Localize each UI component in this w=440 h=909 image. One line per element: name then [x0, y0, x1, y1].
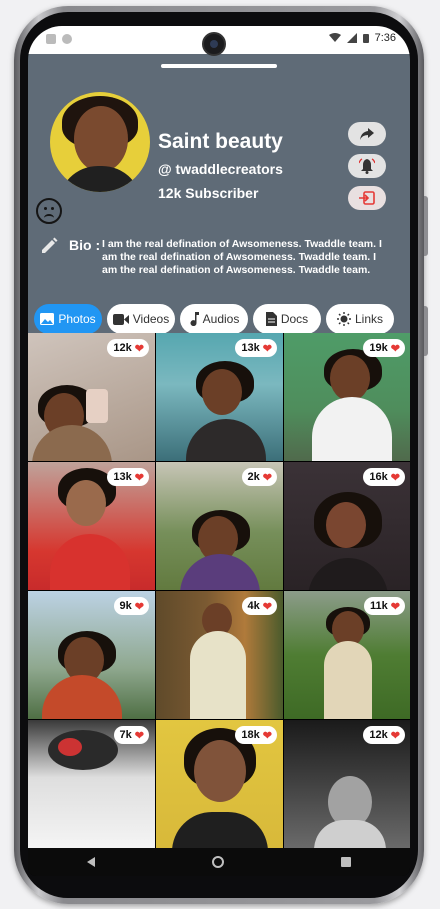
heart-icon: ❤ [390, 471, 400, 484]
home-icon[interactable] [211, 856, 224, 868]
subscriber-count: 12k Subscriber [158, 185, 259, 201]
tab-audios[interactable]: Audios [180, 304, 248, 334]
photo-item[interactable]: 16k ❤ [284, 462, 410, 590]
exit-button[interactable] [348, 186, 386, 210]
heart-icon: ❤ [134, 600, 144, 613]
likes-badge: 19k ❤ [363, 339, 405, 357]
tab-videos[interactable]: Videos [107, 304, 175, 334]
likes-badge: 18k ❤ [235, 726, 277, 744]
phone-bezel: 7:36 Saint beauty @ twaddlecreators 12k … [20, 12, 418, 898]
likes-badge: 13k ❤ [235, 339, 277, 357]
back-icon[interactable] [86, 857, 95, 867]
heart-icon: ❤ [134, 342, 144, 355]
tab-audios-label: Audios [202, 312, 240, 326]
video-icon [112, 313, 129, 325]
photo-item[interactable]: 9k ❤ [28, 591, 155, 719]
heart-icon: ❤ [390, 342, 400, 355]
likes-badge: 12k ❤ [363, 726, 405, 744]
likes-badge: 11k ❤ [364, 597, 405, 615]
photo-item[interactable]: 12k ❤ [284, 720, 410, 848]
sync-icon [62, 34, 72, 44]
profile-handle: @ twaddlecreators [158, 161, 283, 177]
heart-icon: ❤ [262, 471, 272, 484]
photo-item[interactable]: 18k ❤ [156, 720, 283, 848]
photo-item[interactable]: 12k ❤ [28, 333, 155, 461]
heart-icon: ❤ [390, 600, 400, 613]
share-button[interactable] [348, 122, 386, 146]
tab-links-label: Links [354, 312, 383, 326]
likes-badge: 4k ❤ [241, 597, 277, 615]
screen: 7:36 Saint beauty @ twaddlecreators 12k … [28, 26, 410, 876]
drag-handle[interactable] [161, 64, 277, 68]
signal-icon [346, 33, 357, 43]
share-icon [360, 128, 374, 140]
sun-icon [336, 312, 351, 326]
tab-links[interactable]: Links [326, 304, 394, 334]
likes-badge: 12k ❤ [107, 339, 149, 357]
heart-icon: ❤ [262, 729, 272, 742]
music-icon [190, 312, 199, 326]
photo-item[interactable]: 11k ❤ [284, 591, 410, 719]
phone-frame: 7:36 Saint beauty @ twaddlecreators 12k … [14, 6, 428, 904]
doc-icon [265, 312, 277, 326]
notify-button[interactable] [348, 154, 386, 178]
image-icon [40, 313, 55, 325]
photo-item[interactable]: 13k ❤ [28, 462, 155, 590]
likes-badge: 9k ❤ [113, 597, 149, 615]
recents-icon[interactable] [341, 857, 352, 867]
status-time: 7:36 [374, 32, 396, 44]
power-button [424, 306, 428, 356]
photo-item[interactable]: 13k ❤ [156, 333, 283, 461]
photo-grid: 12k ❤ 13k ❤ 19k ❤ 13k ❤ 2k ❤ 16k ❤ 9k ❤ … [28, 333, 410, 853]
bio-text: I am the real defination of Awsomeness. … [102, 238, 382, 276]
tab-photos-label: Photos [58, 312, 96, 326]
photo-item[interactable]: 19k ❤ [284, 333, 410, 461]
bell-icon [359, 158, 375, 174]
heart-icon: ❤ [134, 729, 144, 742]
avatar[interactable] [50, 92, 150, 192]
sad-face-icon[interactable] [36, 198, 62, 224]
profile-sheet: Saint beauty @ twaddlecreators 12k Subsc… [28, 54, 410, 336]
android-nav-bar [28, 848, 410, 876]
likes-badge: 16k ❤ [363, 468, 405, 486]
front-camera-icon [202, 32, 226, 56]
likes-badge: 7k ❤ [113, 726, 149, 744]
heart-icon: ❤ [390, 729, 400, 742]
notification-icon [46, 34, 56, 44]
heart-icon: ❤ [262, 600, 272, 613]
photo-item[interactable]: 7k ❤ [28, 720, 155, 848]
photo-item[interactable]: 4k ❤ [156, 591, 283, 719]
battery-icon [362, 34, 369, 43]
photo-item[interactable]: 2k ❤ [156, 462, 283, 590]
heart-icon: ❤ [262, 342, 272, 355]
likes-badge: 2k ❤ [241, 468, 277, 486]
tab-photos[interactable]: Photos [34, 304, 102, 334]
heart-icon: ❤ [134, 471, 144, 484]
likes-badge: 13k ❤ [107, 468, 149, 486]
volume-button [424, 196, 428, 256]
tab-docs[interactable]: Docs [253, 304, 321, 334]
tab-videos-label: Videos [132, 312, 170, 326]
profile-name: Saint beauty [158, 130, 283, 153]
edit-pencil-icon[interactable] [40, 237, 58, 255]
exit-icon [359, 191, 375, 205]
tab-docs-label: Docs [280, 312, 309, 326]
media-tabs: Photos Videos Audios Docs Links [34, 304, 410, 334]
wifi-icon [328, 33, 341, 42]
bio-label: Bio : [69, 237, 101, 253]
